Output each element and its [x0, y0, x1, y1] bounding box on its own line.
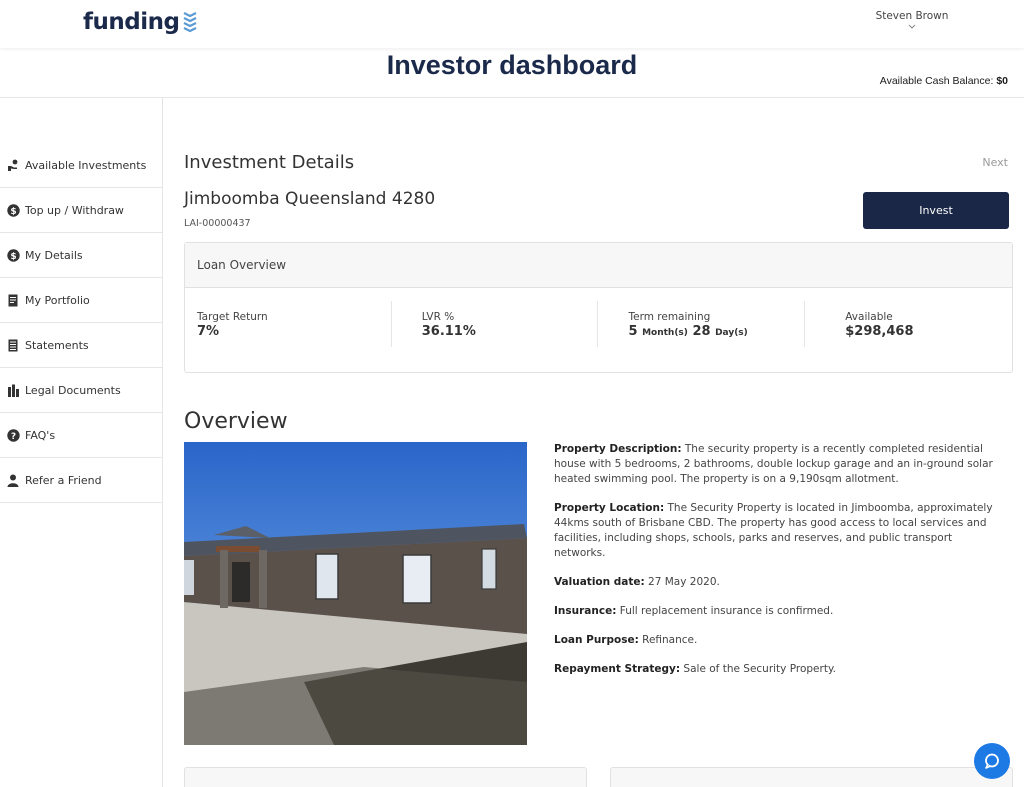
insurance-label: Insurance: — [554, 605, 617, 617]
term-days-unit: Day(s) — [715, 328, 748, 338]
loan-purpose-label: Loan Purpose: — [554, 634, 639, 646]
loan-details-card — [184, 767, 587, 787]
loan-details-title — [185, 768, 586, 787]
dollar-coin-icon: $ — [6, 248, 20, 262]
user-menu[interactable]: Steven Brown — [860, 10, 964, 29]
valuation-label: Valuation date: — [554, 576, 645, 588]
repayment-label: Repayment Strategy: — [554, 663, 681, 675]
svg-text:?: ? — [10, 432, 15, 442]
funding-logo[interactable]: funding — [83, 9, 197, 35]
hand-coin-icon — [6, 158, 20, 172]
loan-overview-title: Loan Overview — [185, 243, 1012, 288]
property-security-title — [611, 768, 1012, 787]
sidebar-item-label: Top up / Withdraw — [25, 203, 124, 217]
sidebar-item-label: My Details — [25, 248, 83, 262]
person-icon — [6, 473, 20, 487]
page-header: Investor dashboard Available Cash Balanc… — [0, 48, 1024, 98]
sidebar-item-legal-documents[interactable]: Legal Documents — [0, 368, 162, 413]
svg-text:$: $ — [10, 252, 16, 262]
property-photo — [184, 442, 527, 745]
description-label: Property Description: — [554, 443, 682, 455]
valuation-text: 27 May 2020. — [644, 576, 720, 588]
stat-value: 5 Month(s) 28 Day(s) — [628, 324, 804, 339]
loan-overview-card: Loan Overview Target Return 7% LVR % 36.… — [184, 242, 1013, 373]
stat-target-return: Target Return 7% — [185, 301, 392, 347]
investment-details-heading: Investment Details — [184, 152, 355, 173]
sidebar: Available Investments $ Top up / Withdra… — [0, 98, 163, 787]
sidebar-item-label: My Portfolio — [25, 293, 90, 307]
property-security-card — [610, 767, 1013, 787]
repayment-text: Sale of the Security Property. — [680, 663, 836, 675]
stat-term-remaining: Term remaining 5 Month(s) 28 Day(s) — [598, 301, 806, 347]
stat-lvr: LVR % 36.11% — [392, 301, 599, 347]
sidebar-item-top-up-withdraw[interactable]: $ Top up / Withdraw — [0, 188, 162, 233]
invest-button[interactable]: Invest — [863, 192, 1009, 229]
sidebar-item-available-investments[interactable]: Available Investments — [0, 143, 162, 188]
main-content: Investment Details Next Jimboomba Queens… — [164, 98, 1024, 787]
loan-purpose-text: Refinance. — [638, 634, 698, 646]
sidebar-item-statements[interactable]: Statements — [0, 323, 162, 368]
page-title: Investor dashboard — [386, 50, 638, 80]
cash-balance-value: $0 — [996, 75, 1008, 87]
chevron-down-icon — [908, 24, 916, 29]
list-document-icon — [6, 338, 20, 352]
chat-bubble-icon — [985, 753, 999, 769]
overview-heading: Overview — [184, 409, 288, 434]
insurance-text: Full replacement insurance is confirmed. — [616, 605, 834, 617]
loan-purpose-paragraph: Loan Purpose: Refinance. — [554, 633, 1004, 648]
sidebar-item-my-portfolio[interactable]: My Portfolio — [0, 278, 162, 323]
sidebar-item-refer-a-friend[interactable]: Refer a Friend — [0, 458, 162, 503]
insurance-paragraph: Insurance: Full replacement insurance is… — [554, 604, 1004, 619]
top-navigation-bar: funding Steven Brown — [0, 0, 1024, 48]
dollar-coin-icon: $ — [6, 203, 20, 217]
building-icon — [6, 383, 20, 397]
cash-balance-label: Available Cash Balance: — [879, 75, 994, 87]
sidebar-item-label: FAQ's — [25, 428, 56, 442]
chat-button[interactable] — [974, 743, 1010, 779]
logo-text: funding — [83, 9, 180, 35]
sidebar-item-label: Legal Documents — [25, 383, 121, 397]
stat-value: 36.11% — [421, 324, 476, 339]
user-name: Steven Brown — [875, 10, 949, 22]
sidebar-item-label: Available Investments — [25, 158, 147, 172]
stat-label: Term remaining — [628, 311, 711, 323]
investment-location-title: Jimboomba Queensland 4280 — [184, 189, 436, 209]
loan-id: LAI-00000437 — [184, 218, 251, 229]
stat-label: Available — [845, 311, 893, 323]
sidebar-item-label: Statements — [25, 338, 89, 352]
sidebar-item-faqs[interactable]: ? FAQ's — [0, 413, 162, 458]
stat-label: Target Return — [197, 311, 268, 323]
term-months-unit: Month(s) — [642, 328, 688, 338]
stat-available: Available $298,468 — [805, 301, 1012, 347]
location-label: Property Location: — [554, 502, 665, 514]
sidebar-nav: Available Investments $ Top up / Withdra… — [0, 143, 162, 503]
sidebar-item-label: Refer a Friend — [25, 473, 102, 487]
stat-value: $298,468 — [845, 324, 914, 339]
term-days: 28 — [692, 324, 711, 339]
next-link[interactable]: Next — [982, 156, 1008, 169]
location-paragraph: Property Location: The Security Property… — [554, 501, 1004, 561]
cash-balance: Available Cash Balance: $0 — [880, 75, 1008, 87]
description-paragraph: Property Description: The security prope… — [554, 442, 1004, 487]
stat-label: LVR % — [421, 311, 455, 323]
document-icon — [6, 293, 20, 307]
repayment-paragraph: Repayment Strategy: Sale of the Security… — [554, 662, 1004, 677]
property-description: Property Description: The security prope… — [554, 442, 1004, 691]
sidebar-item-my-details[interactable]: $ My Details — [0, 233, 162, 278]
logo-chevrons-icon — [183, 12, 197, 33]
term-months: 5 — [628, 324, 638, 339]
svg-text:$: $ — [10, 207, 16, 217]
stat-value: 7% — [197, 324, 220, 339]
valuation-paragraph: Valuation date: 27 May 2020. — [554, 575, 1004, 590]
question-icon: ? — [6, 428, 20, 442]
loan-stats: Target Return 7% LVR % 36.11% Term remai… — [185, 288, 1012, 373]
